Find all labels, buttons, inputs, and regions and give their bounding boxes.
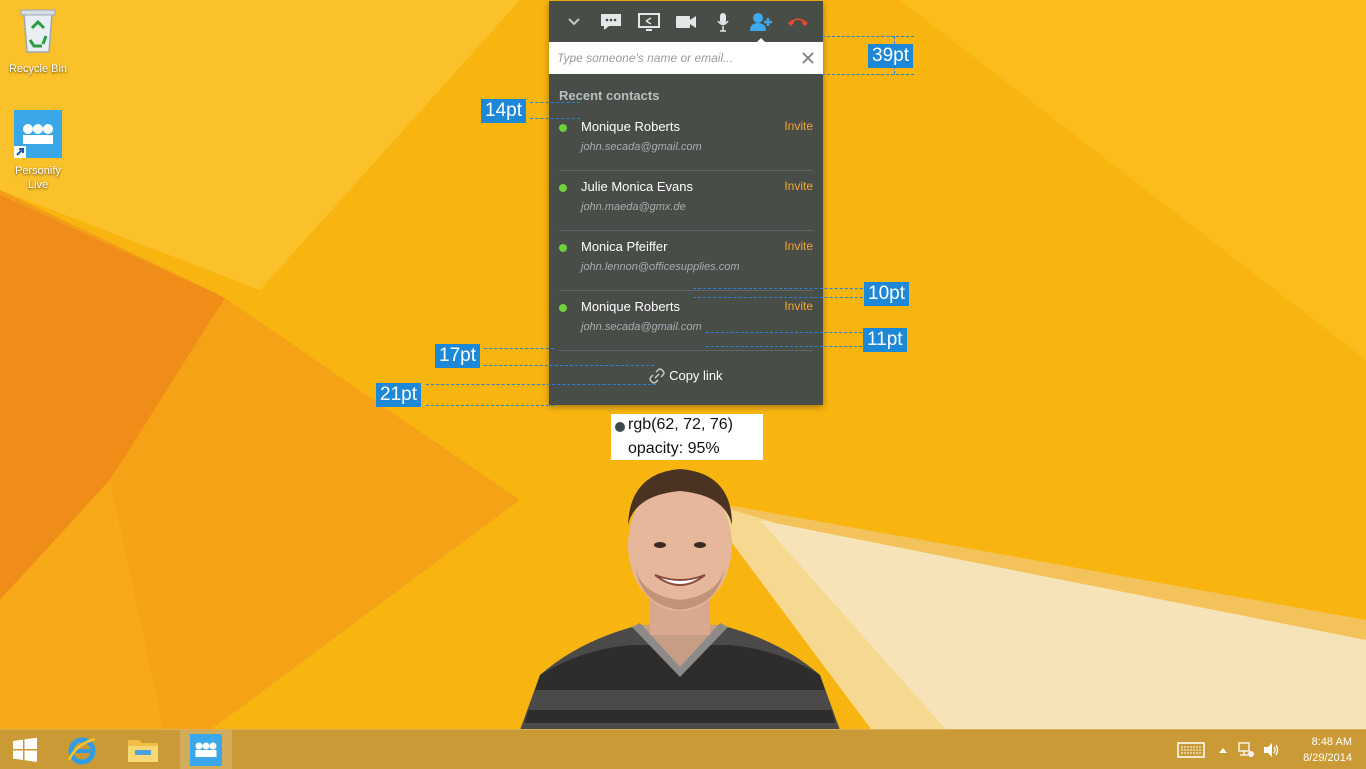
guide-line <box>693 297 863 298</box>
contact-row: Monica Pfeiffer john.lennon@officesuppli… <box>559 231 813 291</box>
contact-email: john.lennon@officesupplies.com <box>581 261 740 273</box>
folder-icon <box>128 739 158 762</box>
close-icon <box>802 52 814 64</box>
video-icon <box>675 15 696 28</box>
guide-line <box>530 102 580 103</box>
file-explorer-taskbar-button[interactable] <box>118 730 168 769</box>
guide-line <box>530 118 580 119</box>
personify-live-label: Personify Live <box>15 165 61 191</box>
invite-panel: Recent contacts Monique Roberts john.sec… <box>549 1 823 405</box>
network-status-button[interactable] <box>1236 730 1256 769</box>
recycle-bin-shortcut[interactable]: Recycle Bin <box>3 6 73 76</box>
recent-contacts-heading: Recent contacts <box>559 88 660 103</box>
recycle-bin-icon <box>3 6 73 60</box>
contact-email: john.secada@gmail.com <box>581 141 702 153</box>
active-tab-notch <box>754 37 767 44</box>
contact-email: john.secada@gmail.com <box>581 321 702 333</box>
microphone-icon <box>717 12 730 32</box>
invite-button[interactable]: Invite <box>784 179 813 193</box>
personify-live-shortcut[interactable]: Personify Live <box>3 110 73 192</box>
chevron-up-icon <box>1219 747 1227 753</box>
invite-button[interactable]: Invite <box>784 119 813 133</box>
search-bar <box>549 42 823 74</box>
guide-line <box>822 36 914 37</box>
contact-row: Julie Monica Evans john.maeda@gmx.de Inv… <box>559 171 813 231</box>
internet-explorer-icon <box>67 737 96 764</box>
hang-up-icon <box>788 18 809 26</box>
contact-name: Monique Roberts <box>581 299 680 314</box>
guide-line <box>706 346 862 347</box>
panel-toolbar <box>549 1 823 44</box>
screen-share-button[interactable] <box>636 9 662 35</box>
keyboard-icon <box>1177 741 1205 758</box>
contact-row: Monique Roberts john.secada@gmail.com In… <box>559 291 813 351</box>
opacity-value: opacity: 95% <box>628 440 720 457</box>
color-value: rgb(62, 72, 76) <box>628 416 733 433</box>
guide-line <box>484 365 654 366</box>
screen-share-icon <box>637 12 660 31</box>
system-clock[interactable]: 8:48 AM 8/29/2014 <box>1303 734 1352 766</box>
chat-button[interactable] <box>598 9 624 35</box>
chevron-down-icon <box>567 17 580 25</box>
online-status-icon <box>559 304 567 312</box>
contact-row: Monique Roberts john.secada@gmail.com In… <box>559 111 813 171</box>
spacing-badge-11pt: 11pt <box>863 328 907 352</box>
guide-line <box>706 332 862 333</box>
contact-name: Monica Pfeiffer <box>581 239 668 254</box>
add-person-button[interactable] <box>748 9 774 44</box>
guide-line <box>484 348 554 349</box>
search-input[interactable] <box>555 50 799 66</box>
clock-date: 8/29/2014 <box>1303 752 1352 764</box>
taskbar: 8:48 AM 8/29/2014 <box>0 729 1366 769</box>
start-button[interactable] <box>0 730 50 769</box>
guide-line <box>426 384 656 385</box>
contact-email: john.maeda@gmx.de <box>581 201 686 213</box>
guide-line <box>426 405 554 406</box>
link-icon <box>649 367 666 384</box>
internet-explorer-taskbar-button[interactable] <box>58 730 106 769</box>
chat-icon <box>601 13 622 30</box>
hang-up-button[interactable] <box>785 9 811 35</box>
personify-live-icon <box>3 110 73 162</box>
clear-search-button[interactable] <box>799 49 817 67</box>
spacing-badge-10pt: 10pt <box>864 282 909 306</box>
online-status-icon <box>559 124 567 132</box>
guide-line <box>822 74 914 75</box>
online-status-icon <box>559 184 567 192</box>
invite-button[interactable]: Invite <box>784 299 813 313</box>
spacing-badge-14pt: 14pt <box>481 99 526 123</box>
network-icon <box>1238 741 1254 757</box>
video-button[interactable] <box>673 9 699 35</box>
add-person-icon <box>749 12 772 31</box>
windows-logo-icon <box>13 737 37 762</box>
contact-name: Monique Roberts <box>581 119 680 134</box>
microphone-button[interactable] <box>710 9 736 35</box>
clock-time: 8:48 AM <box>1311 736 1352 748</box>
personify-taskbar-button[interactable] <box>180 730 232 769</box>
spacing-badge-39pt: 39pt <box>868 44 913 68</box>
copy-link-button[interactable]: Copy link <box>549 367 823 384</box>
spacing-badge-17pt: 17pt <box>435 344 480 368</box>
invite-button[interactable]: Invite <box>784 239 813 253</box>
user-video-cutout <box>520 455 840 730</box>
speaker-icon <box>1264 742 1279 757</box>
collapse-button[interactable] <box>561 9 587 35</box>
touch-keyboard-button[interactable] <box>1174 730 1208 769</box>
show-hidden-icons-button[interactable] <box>1214 730 1232 769</box>
color-spec-label: rgb(62, 72, 76) opacity: 95% <box>611 414 763 460</box>
contact-name: Julie Monica Evans <box>581 179 693 194</box>
spacing-badge-21pt: 21pt <box>376 383 421 407</box>
copy-link-label: Copy link <box>669 368 723 384</box>
color-swatch <box>615 422 625 432</box>
guide-line <box>693 288 863 289</box>
personify-live-icon <box>190 733 222 766</box>
online-status-icon <box>559 244 567 252</box>
volume-button[interactable] <box>1260 730 1282 769</box>
recycle-bin-label: Recycle Bin <box>8 63 68 75</box>
